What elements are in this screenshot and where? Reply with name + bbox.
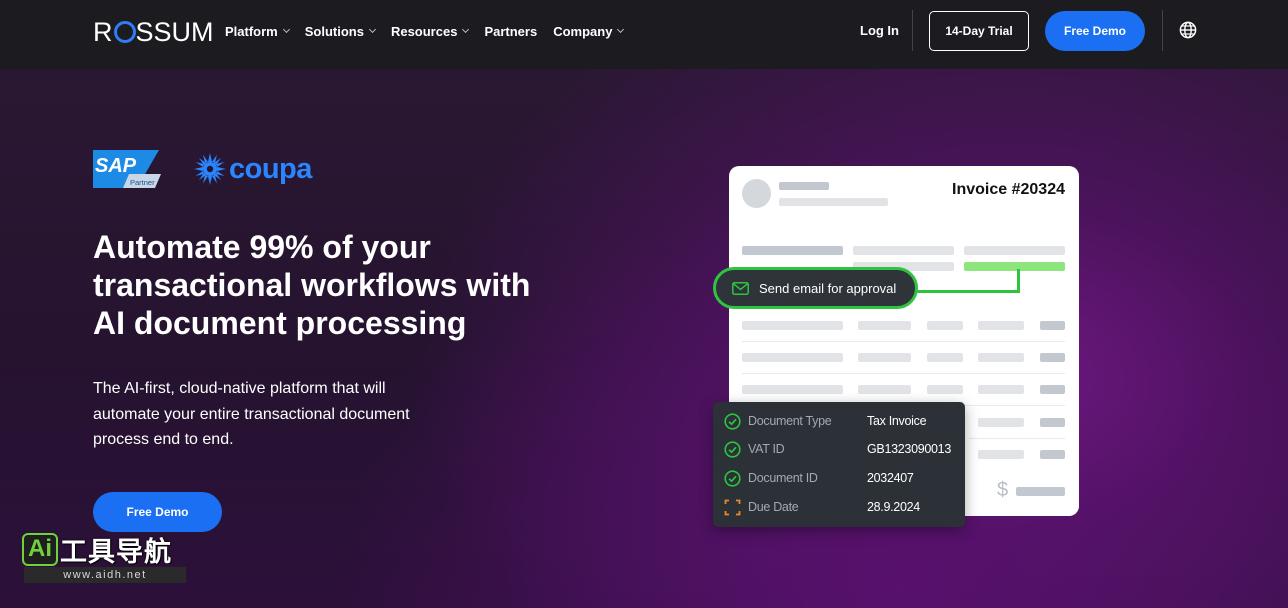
rossum-logo[interactable]: R SSUM xyxy=(93,17,214,47)
check-circle-icon xyxy=(724,469,741,487)
field-label: Due Date xyxy=(748,500,799,514)
main-menu: Platform Solutions Resources Partners Co… xyxy=(225,22,639,40)
send-email-pill: Send email for approval xyxy=(713,267,918,309)
mail-icon xyxy=(732,281,749,295)
menu-resources[interactable]: Resources xyxy=(391,22,470,40)
chevron-down-icon xyxy=(617,25,625,34)
field-row: Document ID 2032407 xyxy=(713,468,965,488)
placeholder-line xyxy=(1040,321,1065,330)
ai-badge: Ai xyxy=(22,532,58,566)
menu-platform[interactable]: Platform xyxy=(225,22,290,40)
row-divider xyxy=(742,373,1065,374)
placeholder-line xyxy=(978,385,1024,394)
placeholder-line xyxy=(858,385,911,394)
menu-partners[interactable]: Partners xyxy=(484,22,537,40)
check-circle-icon xyxy=(724,440,741,458)
free-demo-nav-button[interactable]: Free Demo xyxy=(1045,11,1145,51)
placeholder-line xyxy=(779,182,829,190)
svg-text:SAP: SAP xyxy=(95,155,137,177)
dollar-icon: $ xyxy=(997,479,1009,501)
placeholder-line xyxy=(742,385,843,394)
field-value: GB1323090013 xyxy=(867,442,951,456)
hero-subtext: The AI-first, cloud-native platform that… xyxy=(93,380,410,448)
send-email-label: Send email for approval xyxy=(759,280,897,296)
watermark-title-row: Ai 工具导航 xyxy=(22,531,172,568)
placeholder-line xyxy=(1040,418,1065,427)
login-link[interactable]: Log In xyxy=(860,23,899,38)
coupa-sunburst-icon xyxy=(194,153,226,185)
chevron-down-icon xyxy=(368,25,376,34)
placeholder-total xyxy=(1016,487,1065,496)
placeholder-line xyxy=(927,321,963,330)
field-label: VAT ID xyxy=(748,442,785,456)
nav-divider xyxy=(1162,10,1163,51)
logo-ring-icon xyxy=(113,21,136,43)
aidh-watermark: Ai 工具导航 www.aidh.net xyxy=(22,531,186,583)
placeholder-line xyxy=(978,418,1024,427)
field-label: Document Type xyxy=(748,414,832,428)
placeholder-line xyxy=(927,385,963,394)
placeholder-line xyxy=(779,198,888,206)
menu-solutions[interactable]: Solutions xyxy=(305,22,376,40)
connector-line xyxy=(916,290,1020,293)
watermark-title: 工具导航 xyxy=(60,536,172,568)
placeholder-line xyxy=(978,353,1024,362)
invoice-title: Invoice #20324 xyxy=(952,181,1065,198)
chevron-down-icon xyxy=(462,25,470,34)
svg-text:Partner: Partner xyxy=(130,178,155,187)
field-row: Due Date 28.9.2024 xyxy=(713,497,965,517)
placeholder-line xyxy=(742,246,843,255)
coupa-logo: coupa xyxy=(193,152,312,186)
placeholder-line xyxy=(858,353,911,362)
check-circle-icon xyxy=(724,412,741,430)
hero-headline: Automate 99% of your transactional workf… xyxy=(93,229,531,341)
placeholder-line xyxy=(978,321,1024,330)
coupa-wordmark: coupa xyxy=(229,152,312,185)
extracted-fields-panel: Document Type Tax Invoice VAT ID GB13230… xyxy=(713,402,965,527)
chevron-down-icon xyxy=(282,25,290,34)
trial-button[interactable]: 14-Day Trial xyxy=(929,11,1029,51)
placeholder-line xyxy=(1040,353,1065,362)
sap-partner-logo: SAP Partner xyxy=(93,150,161,188)
field-row: VAT ID GB1323090013 xyxy=(713,439,965,459)
top-navbar: R SSUM Platform Solutions Resources Partn… xyxy=(0,0,1288,69)
placeholder-line xyxy=(742,321,843,330)
watermark-url: www.aidh.net xyxy=(24,567,186,583)
field-value: 2032407 xyxy=(867,471,914,485)
pending-bracket-icon xyxy=(724,499,741,515)
field-label: Document ID xyxy=(748,471,818,485)
placeholder-line xyxy=(1040,450,1065,459)
row-divider xyxy=(742,341,1065,342)
placeholder-line xyxy=(742,353,843,362)
menu-company[interactable]: Company xyxy=(553,22,625,40)
globe-icon[interactable] xyxy=(1179,21,1197,39)
field-value: Tax Invoice xyxy=(867,414,927,428)
placeholder-line xyxy=(853,246,954,255)
placeholder-line xyxy=(927,353,963,362)
free-demo-hero-button[interactable]: Free Demo xyxy=(93,492,222,532)
row-divider xyxy=(969,438,1065,439)
field-value: 28.9.2024 xyxy=(867,500,920,514)
nav-divider xyxy=(912,10,913,51)
highlighted-field xyxy=(964,262,1065,271)
field-row: Document Type Tax Invoice xyxy=(713,411,965,431)
placeholder-line xyxy=(858,321,911,330)
placeholder-line xyxy=(978,450,1024,459)
avatar-placeholder xyxy=(742,179,771,208)
placeholder-line xyxy=(964,246,1065,255)
placeholder-line xyxy=(1040,385,1065,394)
